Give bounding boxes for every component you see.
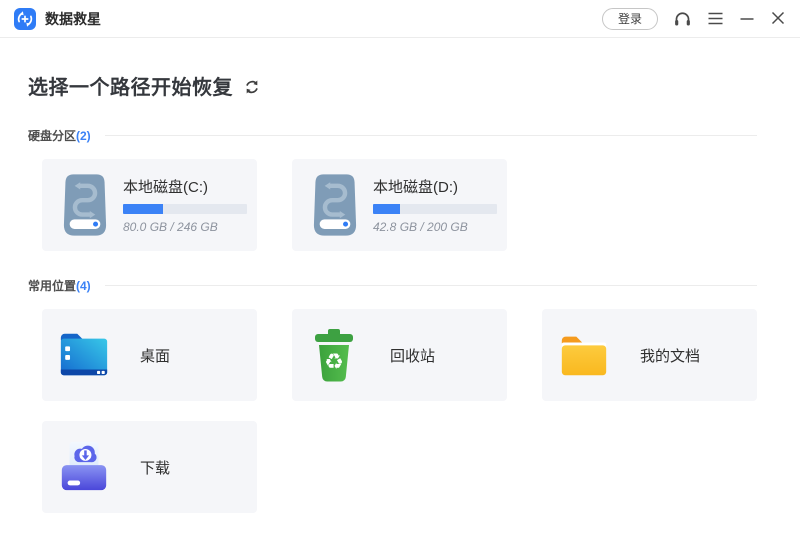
section-locations-label: 常用位置 xyxy=(28,277,76,294)
section-divider xyxy=(105,135,757,136)
location-label: 我的文档 xyxy=(640,345,700,366)
location-card-desktop[interactable]: 桌面 xyxy=(42,309,257,401)
support-headphones-icon[interactable] xyxy=(673,9,692,28)
recycle-bin-icon: ♻ xyxy=(306,328,362,382)
close-icon[interactable] xyxy=(770,11,786,26)
app-logo-recover-icon xyxy=(14,8,36,30)
documents-folder-icon xyxy=(556,331,612,379)
section-locations: 常用位置(4) xyxy=(28,277,772,294)
hard-drive-icon xyxy=(312,173,358,237)
disk-name: 本地磁盘(C:) xyxy=(123,176,247,197)
location-card-downloads[interactable]: 下载 xyxy=(42,421,257,513)
page-title: 选择一个路径开始恢复 xyxy=(28,71,233,100)
hamburger-menu-icon[interactable] xyxy=(707,11,724,26)
disk-info: 本地磁盘(D:) 42.8 GB / 200 GB xyxy=(373,176,497,234)
app-title: 数据救星 xyxy=(45,9,101,29)
disk-name: 本地磁盘(D:) xyxy=(373,176,497,197)
disk-card-c[interactable]: 本地磁盘(C:) 80.0 GB / 246 GB xyxy=(42,159,257,251)
location-card-documents[interactable]: 我的文档 xyxy=(542,309,757,401)
hard-drive-icon xyxy=(62,173,108,237)
heading-row: 选择一个路径开始恢复 xyxy=(28,71,772,100)
disk-usage-text: 80.0 GB / 246 GB xyxy=(123,220,247,234)
titlebar-actions: 登录 xyxy=(602,8,786,30)
desktop-folder-icon xyxy=(56,330,112,380)
section-divider xyxy=(105,285,757,286)
svg-text:♻: ♻ xyxy=(324,350,344,375)
location-label: 桌面 xyxy=(140,345,170,366)
disk-usage-bar-fill xyxy=(123,204,163,214)
disk-usage-bar xyxy=(123,204,247,214)
download-icon xyxy=(56,439,112,495)
section-locations-count: (4) xyxy=(76,279,91,293)
disk-usage-text: 42.8 GB / 200 GB xyxy=(373,220,497,234)
app-window: 数据救星 登录 xyxy=(0,0,800,533)
disk-card-grid: 本地磁盘(C:) 80.0 GB / 246 GB xyxy=(42,159,757,251)
login-button[interactable]: 登录 xyxy=(602,8,658,30)
main-content: 选择一个路径开始恢复 硬盘分区(2) xyxy=(0,71,800,513)
location-card-recycle-bin[interactable]: ♻ 回收站 xyxy=(292,309,507,401)
disk-usage-bar xyxy=(373,204,497,214)
minimize-icon[interactable] xyxy=(739,11,755,26)
section-partitions-label: 硬盘分区 xyxy=(28,127,76,144)
location-card-grid: 桌面 ♻ 回 xyxy=(42,309,757,513)
section-partitions-count: (2) xyxy=(76,129,91,143)
titlebar: 数据救星 登录 xyxy=(0,0,800,38)
refresh-icon[interactable] xyxy=(244,79,260,95)
location-label: 回收站 xyxy=(390,345,435,366)
location-label: 下载 xyxy=(140,457,170,478)
section-partitions: 硬盘分区(2) xyxy=(28,127,772,144)
disk-usage-bar-fill xyxy=(373,204,400,214)
disk-info: 本地磁盘(C:) 80.0 GB / 246 GB xyxy=(123,176,247,234)
disk-card-d[interactable]: 本地磁盘(D:) 42.8 GB / 200 GB xyxy=(292,159,507,251)
